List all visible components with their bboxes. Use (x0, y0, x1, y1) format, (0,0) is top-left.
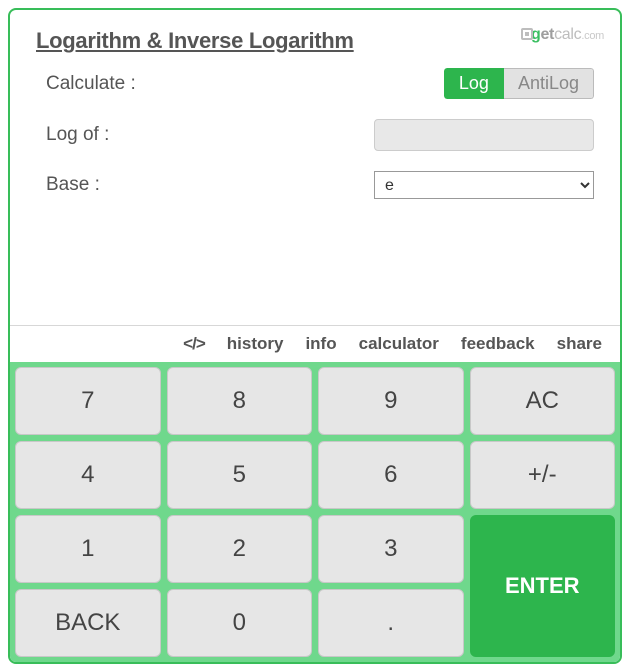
key-back[interactable]: BACK (15, 589, 161, 657)
key-ac[interactable]: AC (470, 367, 616, 435)
key-9[interactable]: 9 (318, 367, 464, 435)
tab-share[interactable]: share (557, 334, 602, 354)
key-0[interactable]: 0 (167, 589, 313, 657)
key-5[interactable]: 5 (167, 441, 313, 509)
base-select[interactable]: e (374, 171, 594, 199)
key-7[interactable]: 7 (15, 367, 161, 435)
brand-logo: getcalc.com (521, 26, 604, 44)
tab-bar: </> history info calculator feedback sha… (10, 325, 620, 362)
page-title: Logarithm & Inverse Logarithm (36, 28, 594, 54)
key-2[interactable]: 2 (167, 515, 313, 583)
key-enter[interactable]: ENTER (470, 515, 616, 657)
key-dot[interactable]: . (318, 589, 464, 657)
calculate-label: Calculate : (36, 73, 336, 95)
key-plusminus[interactable]: +/- (470, 441, 616, 509)
tab-history[interactable]: history (227, 334, 284, 354)
row-logof: Log of : (36, 119, 594, 151)
tab-info[interactable]: info (305, 334, 336, 354)
row-calculate: Calculate : Log AntiLog (36, 68, 594, 99)
calculator-widget: getcalc.com Logarithm & Inverse Logarith… (8, 8, 622, 664)
key-6[interactable]: 6 (318, 441, 464, 509)
key-8[interactable]: 8 (167, 367, 313, 435)
key-3[interactable]: 3 (318, 515, 464, 583)
tab-calculator[interactable]: calculator (359, 334, 439, 354)
antilog-button[interactable]: AntiLog (504, 68, 594, 99)
tab-embed[interactable]: </> (183, 334, 205, 354)
base-label: Base : (36, 174, 336, 196)
logof-input[interactable] (374, 119, 594, 151)
mode-toggle: Log AntiLog (444, 68, 594, 99)
row-base: Base : e (36, 171, 594, 199)
config-panel: getcalc.com Logarithm & Inverse Logarith… (10, 10, 620, 325)
tab-feedback[interactable]: feedback (461, 334, 535, 354)
brand-icon (521, 28, 533, 40)
key-4[interactable]: 4 (15, 441, 161, 509)
keypad: 7 8 9 AC 4 5 6 +/- 1 2 3 ENTER BACK 0 . (10, 362, 620, 662)
key-1[interactable]: 1 (15, 515, 161, 583)
log-button[interactable]: Log (444, 68, 504, 99)
logof-label: Log of : (36, 124, 336, 146)
